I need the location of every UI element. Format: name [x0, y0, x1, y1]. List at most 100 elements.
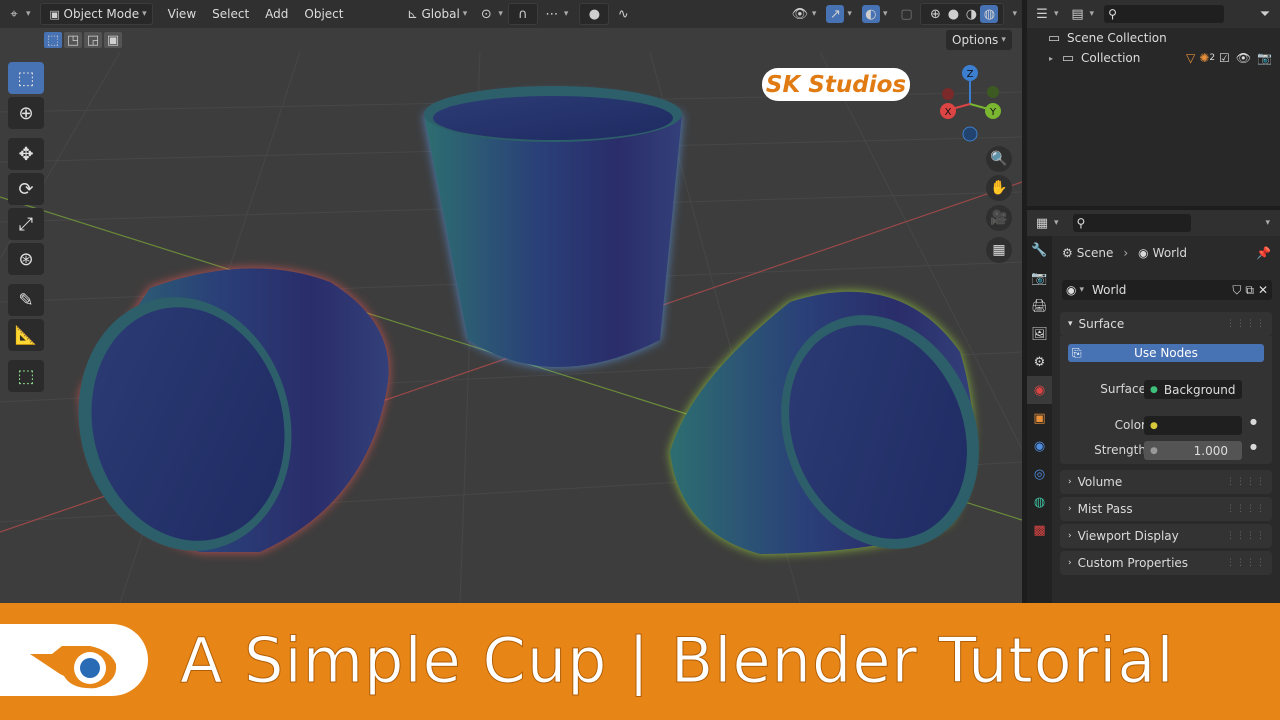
checkbox-icon[interactable]: ☑	[1219, 51, 1230, 65]
menu-add[interactable]: Add	[260, 3, 293, 25]
select-intersect-icon[interactable]: ▣	[104, 32, 122, 48]
properties-search[interactable]: ⚲	[1072, 214, 1191, 232]
viewport-display-panel-header[interactable]: › Viewport Display ⋮⋮⋮⋮	[1060, 524, 1272, 548]
collection-row[interactable]: ▸ ▭ Collection ▽ ✺ 2 ☑ 👁 📷	[1027, 48, 1280, 68]
keyframe-dot-icon[interactable]: ●	[1250, 417, 1257, 426]
menu-object[interactable]: Object	[299, 3, 348, 25]
world-datablock[interactable]: ◉ ▾ World ⛉ ⧉ ✕	[1062, 280, 1272, 300]
surface-shader-field[interactable]: ● Background	[1144, 380, 1242, 399]
tab-physics[interactable]: ◍	[1027, 488, 1052, 516]
shading-options-dropdown[interactable]: ▾	[1004, 3, 1022, 25]
tab-tool[interactable]: 🔧	[1027, 236, 1052, 264]
drag-grip-icon[interactable]: ⋮⋮⋮⋮	[1226, 531, 1266, 541]
surface-panel-header[interactable]: ▾ Surface ⋮⋮⋮⋮	[1060, 312, 1272, 336]
annotate-tool[interactable]: ✎	[8, 284, 44, 316]
camera-view-button[interactable]: 🎥	[986, 205, 1012, 231]
use-nodes-button[interactable]: ⎘ Use Nodes	[1068, 344, 1264, 362]
cup-left[interactable]	[52, 268, 389, 573]
tool-shelf: ⬚ ⊕ ✥ ⟳ ⤢ ⊛ ✎ 📐 ⬚	[8, 62, 48, 395]
options-dropdown[interactable]: Options ▾	[946, 30, 1012, 50]
material-shading-icon[interactable]: ◑	[962, 5, 980, 23]
menu-select[interactable]: Select	[207, 3, 254, 25]
breadcrumb-separator-icon: ›	[1123, 246, 1129, 260]
add-cube-tool[interactable]: ⬚	[8, 360, 44, 392]
chevron-right-icon: ›	[1068, 477, 1072, 487]
drag-grip-icon[interactable]: ⋮⋮⋮⋮	[1226, 504, 1266, 514]
tab-object[interactable]: ▣	[1027, 404, 1052, 432]
shading-modes[interactable]: ⊕ ● ◑ ◍	[920, 3, 1005, 25]
move-tool[interactable]: ✥	[8, 138, 44, 170]
gizmo-neg-z[interactable]	[962, 126, 978, 142]
display-mode-icon[interactable]: ▤	[1069, 5, 1087, 23]
gizmo-neg-y[interactable]	[987, 86, 999, 98]
menu-view[interactable]: View	[163, 3, 201, 25]
gizmo-toggle[interactable]: ↗ ▾	[821, 3, 857, 25]
tab-texture[interactable]: ▩	[1027, 516, 1052, 544]
3d-viewport[interactable]: Z Y X	[0, 52, 1022, 603]
cup-right[interactable]	[670, 285, 1013, 579]
tab-modifiers[interactable]: ◉	[1027, 432, 1052, 460]
editor-type-button[interactable]: ⌖ ▾	[0, 3, 36, 25]
properties-editor-icon[interactable]: ▦	[1033, 214, 1051, 232]
select-box-tool[interactable]: ⬚	[8, 62, 44, 94]
tab-render[interactable]: 📷	[1027, 264, 1052, 292]
cursor-tool[interactable]: ⊕	[8, 97, 44, 129]
snap-target-dropdown[interactable]: ⋯ ▾	[538, 3, 574, 25]
custom-properties-panel-header[interactable]: › Custom Properties ⋮⋮⋮⋮	[1060, 551, 1272, 575]
tab-scene[interactable]: ⚙	[1027, 348, 1052, 376]
search-icon: ⚲	[1076, 216, 1086, 230]
rendered-shading-icon[interactable]: ◍	[980, 5, 999, 23]
select-subtract-icon[interactable]: ◲	[84, 32, 102, 48]
wireframe-shading-icon[interactable]: ⊕	[926, 5, 944, 23]
outliner-editor-icon[interactable]: ☰	[1033, 5, 1051, 23]
pan-button[interactable]: ✋	[986, 175, 1012, 201]
scale-tool[interactable]: ⤢	[8, 208, 44, 240]
close-icon[interactable]: ✕	[1258, 283, 1268, 297]
rotate-icon: ⟳	[18, 178, 34, 200]
falloff-dropdown[interactable]: ∿	[609, 3, 637, 25]
expand-arrow-icon[interactable]: ▸	[1049, 54, 1053, 63]
xray-toggle[interactable]: ▢	[892, 3, 920, 25]
rotate-tool[interactable]: ⟳	[8, 173, 44, 205]
snap-toggle[interactable]: ∩	[507, 3, 538, 25]
navigation-gizmo[interactable]: Z Y X	[940, 65, 1001, 142]
overlay-toggle[interactable]: ◐ ▾	[857, 3, 893, 25]
duplicate-icon[interactable]: ⧉	[1245, 283, 1254, 298]
eye-icon[interactable]: 👁	[1236, 51, 1251, 65]
ortho-toggle-button[interactable]: ▦	[986, 237, 1012, 263]
drag-grip-icon[interactable]: ⋮⋮⋮⋮	[1226, 558, 1266, 568]
pin-icon[interactable]: 📌	[1256, 246, 1271, 260]
tab-view-layer[interactable]: 🖼	[1027, 320, 1052, 348]
camera-render-icon[interactable]: 📷	[1257, 51, 1272, 65]
select-new-icon[interactable]: ⬚	[44, 32, 62, 48]
orientation-dropdown[interactable]: ⊾ Global ▾	[399, 3, 473, 25]
drag-grip-icon[interactable]: ⋮⋮⋮⋮	[1226, 319, 1266, 329]
gizmo-neg-x[interactable]	[942, 88, 954, 100]
drag-grip-icon[interactable]: ⋮⋮⋮⋮	[1226, 477, 1266, 487]
filter-icon[interactable]: ⏷	[1256, 5, 1274, 23]
tab-world[interactable]: ◉	[1027, 376, 1052, 404]
volume-panel-header[interactable]: › Volume ⋮⋮⋮⋮	[1060, 470, 1272, 494]
fake-user-shield-icon[interactable]: ⛉	[1232, 283, 1241, 298]
outliner-search[interactable]: ⚲	[1104, 5, 1225, 23]
select-extend-icon[interactable]: ◳	[64, 32, 82, 48]
transform-tool[interactable]: ⊛	[8, 243, 44, 275]
strength-field[interactable]: ● 1.000	[1144, 441, 1242, 460]
color-field[interactable]: ●	[1144, 416, 1242, 435]
tab-output[interactable]: 🖨	[1027, 292, 1052, 320]
proportional-edit-toggle[interactable]: ●	[579, 3, 610, 25]
visibility-dropdown[interactable]: 👁 ▾	[786, 3, 822, 25]
mist-pass-panel-header[interactable]: › Mist Pass ⋮⋮⋮⋮	[1060, 497, 1272, 521]
pivot-dropdown[interactable]: ⊙ ▾	[472, 3, 508, 25]
object-mode-icon: ▣	[49, 7, 60, 21]
tab-particles[interactable]: ◎	[1027, 460, 1052, 488]
chevron-down-icon[interactable]: ▾	[1265, 218, 1270, 228]
keyframe-dot-icon[interactable]: ●	[1250, 442, 1257, 451]
mode-dropdown[interactable]: ▣ Object Mode ▾	[39, 3, 153, 25]
cup-center[interactable]	[424, 86, 682, 367]
scene-collection-row[interactable]: ▭ Scene Collection	[1027, 28, 1280, 48]
measure-tool[interactable]: 📐	[8, 319, 44, 351]
zoom-button[interactable]: 🔍	[986, 146, 1012, 172]
render-camera-icon: 📷	[1031, 270, 1048, 286]
solid-shading-icon[interactable]: ●	[944, 5, 962, 23]
